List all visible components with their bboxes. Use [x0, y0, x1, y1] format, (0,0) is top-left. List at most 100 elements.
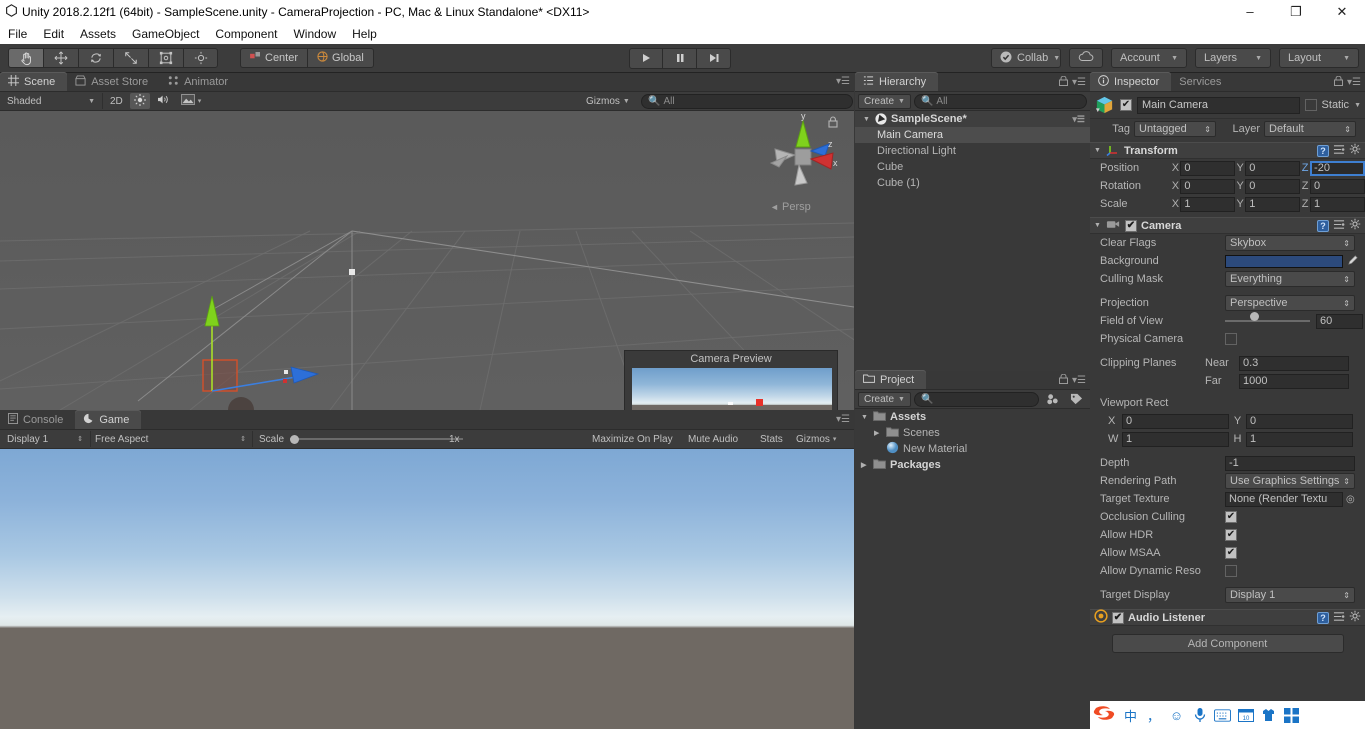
static-checkbox[interactable] [1305, 99, 1317, 111]
rotation-x-input[interactable]: 0 [1180, 179, 1235, 194]
filter-by-type-button[interactable] [1042, 391, 1063, 407]
scene-viewport[interactable]: Camera Preview y z [0, 111, 854, 410]
hierarchy-item-cube[interactable]: Cube [855, 159, 1090, 175]
lighting-toggle[interactable] [130, 93, 150, 109]
viewport-h-input[interactable]: 1 [1246, 432, 1353, 447]
rotate-tool-icon[interactable] [78, 48, 113, 68]
position-x-input[interactable]: 0 [1180, 161, 1235, 176]
transform-tool-icon[interactable] [183, 48, 218, 68]
help-icon[interactable]: ? [1317, 220, 1329, 232]
hierarchy-tree[interactable]: ▼ SampleScene* ▾☰ Main Camera Directiona… [855, 111, 1090, 371]
panel-menu-icon[interactable]: ▾☰ [1072, 77, 1086, 88]
near-input[interactable]: 0.3 [1239, 356, 1349, 371]
allow-hdr-checkbox[interactable]: ✔ [1225, 529, 1237, 541]
hierarchy-search-input[interactable]: 🔍 All [914, 94, 1087, 109]
menu-window[interactable]: Window [285, 25, 344, 43]
menu-file[interactable]: File [0, 25, 35, 43]
layer-dropdown[interactable]: Default⇕ [1264, 121, 1356, 137]
maximize-button[interactable]: ❐ [1273, 0, 1319, 23]
tab-hierarchy[interactable]: Hierarchy [855, 72, 938, 91]
project-tree[interactable]: ▼ Assets ▶ Scenes New Material ▶ Package… [855, 409, 1090, 729]
maximize-on-play-toggle[interactable]: Maximize On Play [588, 431, 677, 447]
panel-menu-icon[interactable]: ▾☰ [1072, 375, 1086, 386]
help-icon[interactable]: ? [1317, 612, 1329, 624]
inspector-panel-controls[interactable]: ▾☰ [1334, 76, 1361, 89]
emoji-icon[interactable]: ☺ [1168, 707, 1185, 724]
expand-triangle-icon[interactable]: ▼ [861, 414, 869, 421]
shading-mode-dropdown[interactable]: Shaded ▼ [3, 93, 99, 109]
hierarchy-panel-controls[interactable]: ▾☰ [1059, 76, 1086, 89]
scale-y-input[interactable]: 1 [1245, 197, 1300, 212]
audio-listener-component-header[interactable]: ✔ Audio Listener ? [1090, 609, 1365, 626]
filter-by-label-button[interactable] [1066, 391, 1087, 407]
position-y-input[interactable]: 0 [1245, 161, 1300, 176]
calendar-icon[interactable]: 10 [1237, 707, 1254, 724]
project-item-scenes[interactable]: ▶ Scenes [855, 425, 1090, 441]
hierarchy-item-main-camera[interactable]: Main Camera [855, 127, 1090, 143]
tab-console[interactable]: Console [0, 410, 75, 429]
scene-orientation-gizmo[interactable]: y z x [765, 111, 845, 216]
target-display-dropdown[interactable]: Display 1⇕ [1225, 587, 1355, 603]
layers-button[interactable]: Layers ▼ [1195, 48, 1271, 68]
project-create-button[interactable]: Create ▼ [858, 392, 911, 407]
project-search-input[interactable]: 🔍 [914, 392, 1039, 407]
scene-context-menu-icon[interactable]: ▾☰ [1072, 114, 1085, 125]
rendering-path-dropdown[interactable]: Use Graphics Settings⇕ [1225, 473, 1355, 489]
game-viewport[interactable] [0, 449, 854, 729]
eyedropper-icon[interactable] [1347, 254, 1359, 269]
scale-tool-icon[interactable] [113, 48, 148, 68]
audio-toggle[interactable] [153, 93, 174, 109]
gizmos-dropdown[interactable]: Gizmos ▼ [582, 93, 634, 109]
display-dropdown[interactable]: Display 1 ⇕ [3, 431, 87, 447]
physical-camera-checkbox[interactable] [1225, 333, 1237, 345]
hierarchy-create-button[interactable]: Create ▼ [858, 94, 911, 109]
account-button[interactable]: Account ▼ [1111, 48, 1187, 68]
lock-icon[interactable] [1059, 374, 1068, 387]
lock-icon[interactable] [1334, 76, 1343, 89]
close-button[interactable]: ✕ [1319, 0, 1365, 23]
static-dropdown-icon[interactable]: ▼ [1354, 102, 1361, 109]
position-z-input[interactable]: -20 [1310, 161, 1365, 176]
effects-toggle[interactable]: ▾ [177, 93, 206, 109]
scene-search-input[interactable]: 🔍 All [641, 94, 853, 109]
microphone-icon[interactable] [1191, 707, 1208, 724]
collapse-triangle-icon[interactable]: ▶ [861, 461, 869, 469]
tab-animator[interactable]: Animator [160, 72, 240, 91]
hierarchy-item-cube-1[interactable]: Cube (1) [855, 175, 1090, 191]
fov-slider[interactable] [1225, 316, 1310, 326]
viewport-w-input[interactable]: 1 [1122, 432, 1229, 447]
pause-button[interactable] [663, 48, 697, 69]
project-item-packages[interactable]: ▶ Packages [855, 457, 1090, 473]
perspective-label[interactable]: ◄ Persp [770, 201, 811, 213]
far-input[interactable]: 1000 [1239, 374, 1349, 389]
panel-menu-icon[interactable]: ▾☰ [836, 414, 850, 425]
tab-game[interactable]: Game [75, 410, 141, 429]
expand-triangle-icon[interactable]: ▼ [1094, 147, 1102, 154]
mute-audio-toggle[interactable]: Mute Audio [684, 431, 742, 447]
layout-button[interactable]: Layout ▼ [1279, 48, 1359, 68]
punctuation-icon[interactable]: ， [1145, 707, 1162, 724]
object-picker-icon[interactable]: ◎ [1346, 494, 1355, 505]
project-item-new-material[interactable]: New Material [855, 441, 1090, 457]
collapse-triangle-icon[interactable]: ▶ [874, 429, 882, 437]
projection-dropdown[interactable]: Perspective⇕ [1225, 295, 1355, 311]
2d-toggle[interactable]: 2D [102, 93, 127, 109]
sogou-logo-icon[interactable] [1092, 703, 1116, 728]
expand-triangle-icon[interactable]: ▼ [1094, 222, 1102, 229]
occlusion-culling-checkbox[interactable]: ✔ [1225, 511, 1237, 523]
audio-listener-enabled-checkbox[interactable]: ✔ [1112, 612, 1124, 624]
allow-dynamic-checkbox[interactable] [1225, 565, 1237, 577]
rect-tool-icon[interactable] [148, 48, 183, 68]
project-panel-controls[interactable]: ▾☰ [1059, 374, 1086, 387]
tag-dropdown[interactable]: Untagged⇕ [1134, 121, 1216, 137]
gear-icon[interactable] [1349, 610, 1361, 625]
play-button[interactable] [629, 48, 663, 69]
apps-icon[interactable] [1283, 707, 1300, 724]
tab-services[interactable]: Services [1171, 72, 1233, 91]
menu-gameobject[interactable]: GameObject [124, 25, 207, 43]
aspect-dropdown[interactable]: Free Aspect ⇕ [90, 431, 250, 447]
add-component-button[interactable]: Add Component [1112, 634, 1344, 653]
rotation-z-input[interactable]: 0 [1310, 179, 1365, 194]
scene-panel-menu[interactable]: ▾☰ [836, 76, 850, 87]
tab-scene[interactable]: Scene [0, 72, 67, 91]
